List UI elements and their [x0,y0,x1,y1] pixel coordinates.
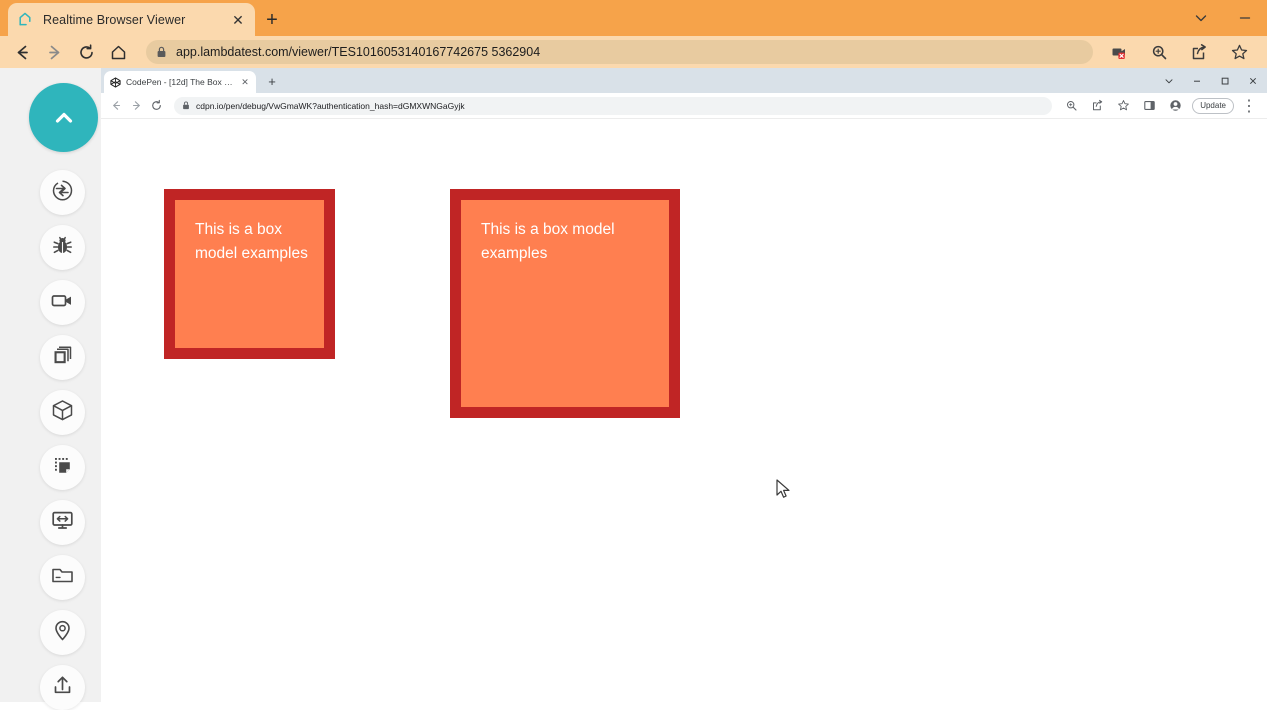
forward-arrow-icon[interactable] [126,96,146,116]
box-model-inner-1: This is a box model examples [175,200,324,348]
outer-window-controls [1179,0,1267,36]
realtime-tools-sidebar [0,68,101,702]
folder-icon [50,563,75,593]
sidebar-item-screenshots[interactable] [40,335,85,380]
reload-icon[interactable] [146,96,166,116]
codepen-icon [109,76,121,88]
minimize-icon[interactable] [1183,68,1211,93]
outer-browser-chrome: Realtime Browser Viewer ✕ + [0,0,1267,68]
switch-browser-icon [50,178,75,208]
box-model-example-2: This is a box model examples [450,189,680,418]
inner-window-controls [1155,68,1267,93]
new-tab-button[interactable]: + [258,6,286,34]
close-icon[interactable]: ✕ [229,11,247,29]
sidebar-item-mark-as-bug[interactable] [40,225,85,270]
chevron-down-icon[interactable] [1179,0,1223,36]
rendered-page-canvas: This is a box model examples This is a b… [101,120,1267,702]
outer-url-text: app.lambdatest.com/viewer/TES10160531401… [176,45,540,59]
forward-arrow-icon[interactable] [40,38,68,66]
outer-toolbar-actions [1099,38,1259,66]
geolocation-pin-icon [50,618,75,648]
inner-tab-title: CodePen - [12d] The Box Model [126,77,239,87]
back-arrow-icon[interactable] [8,38,36,66]
close-icon[interactable] [1239,68,1267,93]
sidebar-item-upload[interactable] [40,665,85,710]
outer-tab-strip: Realtime Browser Viewer ✕ + [0,0,1267,36]
back-arrow-icon[interactable] [106,96,126,116]
sidebar-item-files[interactable] [40,555,85,600]
lambdatest-logo-icon [16,11,34,29]
note-dotted-icon [51,454,74,482]
profile-avatar-icon[interactable] [1165,96,1185,116]
side-panel-icon[interactable] [1139,96,1159,116]
sidebar-item-notes[interactable] [40,445,85,490]
upload-icon [50,673,75,703]
video-camera-icon [50,288,75,318]
sidebar-item-3d-view[interactable] [40,390,85,435]
zoom-magnifier-icon[interactable] [1061,96,1081,116]
share-icon[interactable] [1185,38,1213,66]
bug-icon [51,234,74,262]
update-button[interactable]: Update [1192,98,1234,114]
bookmark-star-icon[interactable] [1225,38,1253,66]
inner-address-bar[interactable]: cdpn.io/pen/debug/VwGmaWK?authentication… [174,97,1052,115]
bookmark-star-icon[interactable] [1113,96,1133,116]
inner-url-text: cdpn.io/pen/debug/VwGmaWK?authentication… [196,101,465,111]
cube-3d-icon [50,398,75,428]
collapse-chevron-up-button[interactable] [29,83,98,152]
maximize-icon[interactable] [1211,68,1239,93]
sidebar-item-responsive[interactable] [40,500,85,545]
inner-tab-codepen[interactable]: CodePen - [12d] The Box Model ✕ [104,71,256,93]
close-icon[interactable]: ✕ [239,76,251,88]
outer-tab-realtime-browser-viewer[interactable]: Realtime Browser Viewer ✕ [8,3,255,36]
inner-toolbar-actions: Update ⋮ [1058,96,1262,116]
inner-tab-strip: CodePen - [12d] The Box Model ✕ + [101,68,1267,93]
box-model-inner-2: This is a box model examples [461,200,669,407]
minimize-icon[interactable] [1223,0,1267,36]
browser-menu-icon[interactable]: ⋮ [1239,96,1259,116]
chevron-down-icon[interactable] [1155,68,1183,93]
camera-blocked-icon[interactable] [1105,38,1133,66]
lock-icon [156,46,167,58]
inner-toolbar: cdpn.io/pen/debug/VwGmaWK?authentication… [101,93,1267,119]
responsive-monitor-icon [50,508,75,538]
sidebar-item-geolocation[interactable] [40,610,85,655]
home-icon[interactable] [104,38,132,66]
zoom-magnifier-icon[interactable] [1145,38,1173,66]
outer-toolbar: app.lambdatest.com/viewer/TES10160531401… [0,36,1267,68]
box-model-text-2: This is a box model examples [481,218,656,265]
screenshot-stack-icon [51,344,74,372]
share-icon[interactable] [1087,96,1107,116]
box-model-text-1: This is a box model examples [195,218,310,265]
lock-icon [182,101,190,110]
reload-icon[interactable] [72,38,100,66]
box-model-example-1: This is a box model examples [164,189,335,359]
outer-tab-title: Realtime Browser Viewer [43,13,229,27]
sidebar-item-switch-browser[interactable] [40,170,85,215]
remote-browser-window: CodePen - [12d] The Box Model ✕ + [101,68,1267,702]
outer-address-bar[interactable]: app.lambdatest.com/viewer/TES10160531401… [146,40,1093,64]
inner-new-tab-button[interactable]: + [264,73,280,89]
sidebar-item-record-video[interactable] [40,280,85,325]
